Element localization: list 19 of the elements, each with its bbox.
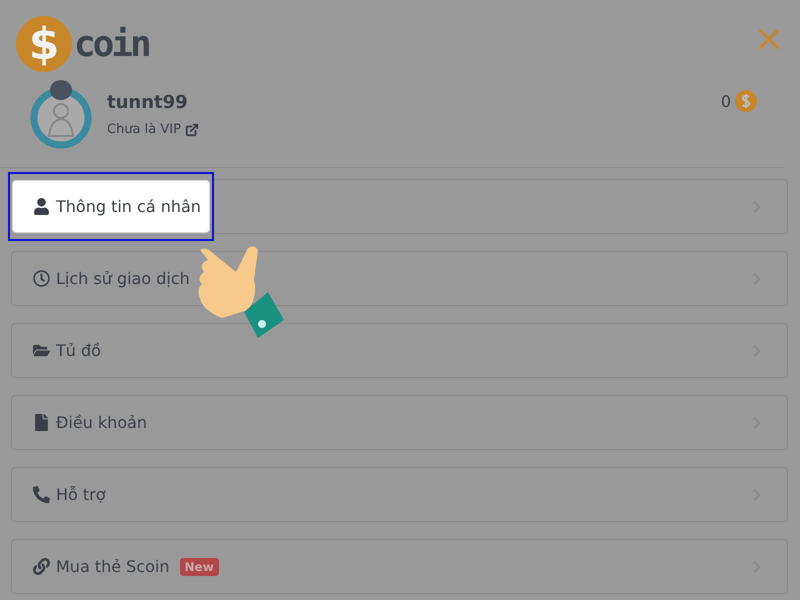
menu-item[interactable]: Lịch sử giao dịch	[12, 269, 190, 288]
logo-text: coin	[74, 24, 149, 64]
external-link-icon	[184, 122, 199, 136]
username: tunnt99	[107, 92, 189, 113]
menu-item[interactable]: Tủ đồ	[12, 341, 101, 360]
phone-icon	[33, 486, 50, 503]
user-icon	[33, 198, 50, 215]
menu-item[interactable]: Điều khoản	[12, 413, 148, 432]
vip-status-link[interactable]: Chưa là VIP	[107, 122, 199, 137]
menu-item[interactable]: Hỗ trợ	[12, 485, 106, 504]
new-badge: New	[180, 558, 219, 576]
menu-item[interactable]: Mua thẻ Scoin New	[12, 557, 219, 576]
folder-icon	[33, 342, 50, 359]
coin-icon	[735, 90, 757, 112]
link-icon	[33, 558, 50, 575]
logo-coin: $	[16, 16, 72, 72]
clock-icon	[33, 270, 50, 287]
document-icon	[33, 414, 50, 431]
balance-amount: 0	[720, 92, 731, 110]
